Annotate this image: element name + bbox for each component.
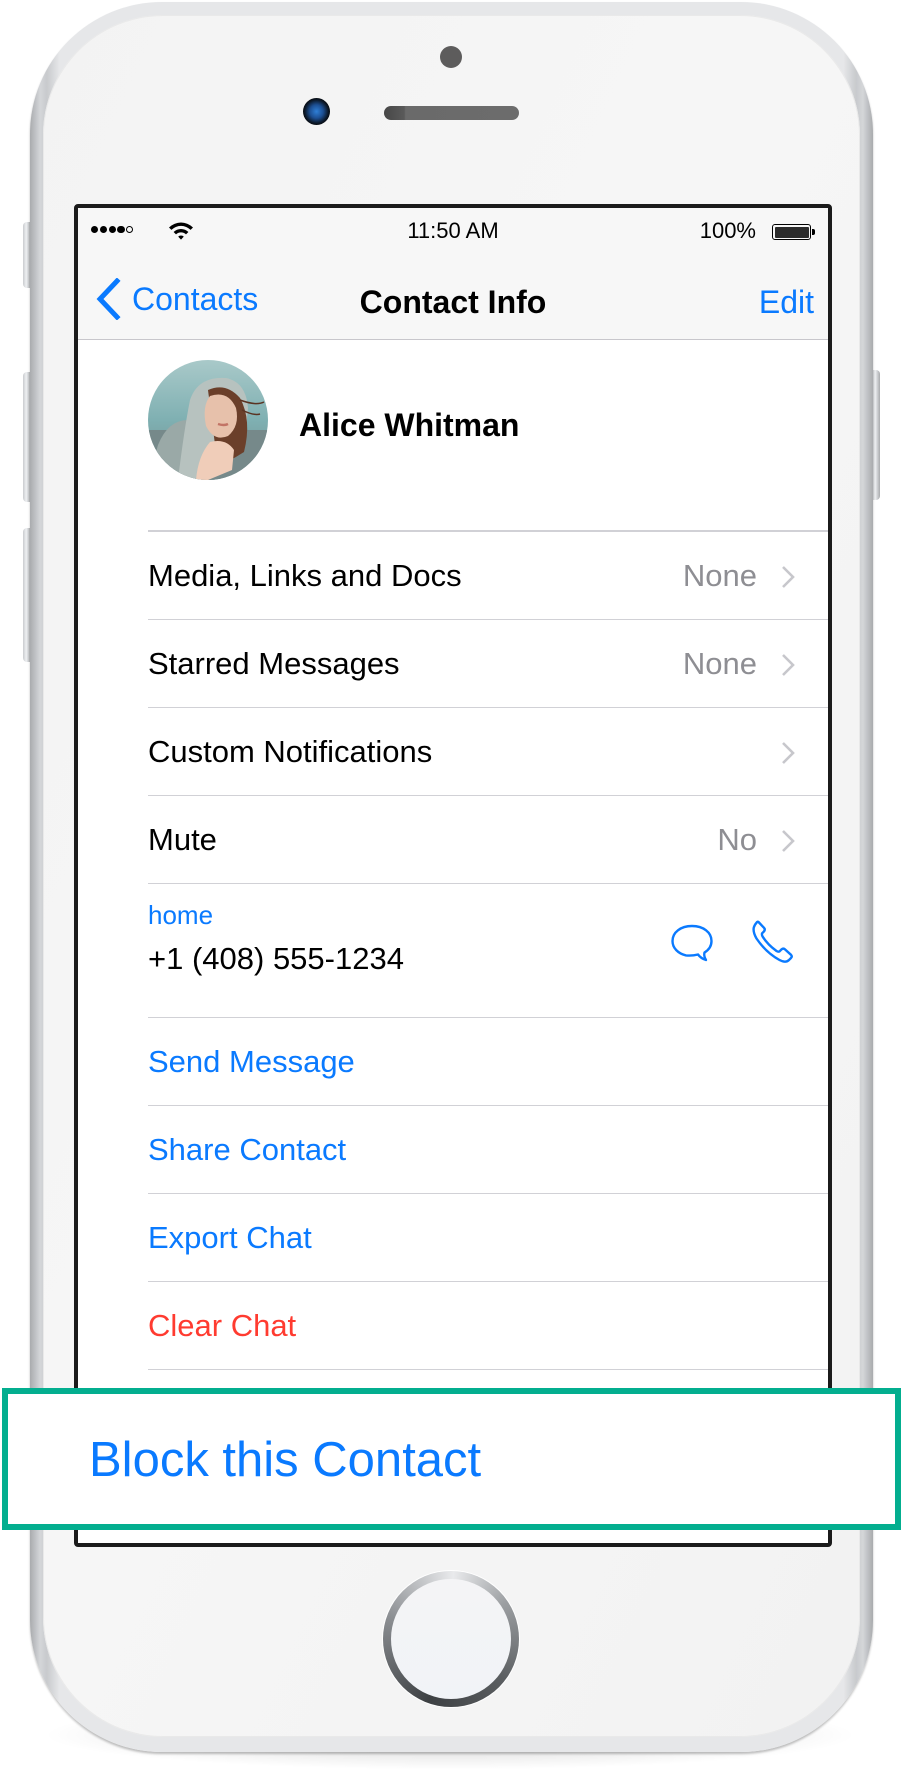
phone-number: +1 (408) 555-1234 [148,941,404,976]
power-button [872,370,880,500]
chevron-left-icon [96,278,121,320]
settings-row[interactable]: Starred Messages None [78,620,828,708]
chevron-right-icon [782,654,795,676]
phone-call-icon[interactable] [750,919,795,964]
action-label: Export Chat [148,1220,312,1255]
battery-tip [812,229,815,235]
phone-label: home [148,900,214,930]
chevron-right-icon [782,742,795,764]
back-label: Contacts [132,280,259,317]
settings-row[interactable]: Custom Notifications [78,708,828,796]
action-label: Clear Chat [148,1308,297,1343]
message-bubble-icon[interactable] [670,923,714,963]
settings-row[interactable]: Mute No [78,796,828,884]
battery-percent: 100% [699,218,756,243]
avatar[interactable] [148,360,268,480]
edit-button[interactable]: Edit [759,284,814,321]
battery-icon [772,224,811,240]
action-row[interactable]: Share Contact [78,1106,828,1194]
row-value: None [682,646,757,681]
earpiece-speaker [384,106,519,120]
row-label: Starred Messages [148,646,400,681]
back-button[interactable]: Contacts [95,276,258,322]
block-contact-label: Block this Contact [89,1433,482,1487]
row-label: Media, Links and Docs [148,558,462,593]
action-label: Share Contact [148,1132,347,1167]
home-button[interactable] [383,1571,519,1707]
chevron-right-icon [782,830,795,852]
block-contact-button[interactable]: Block this Contact [2,1388,901,1530]
action-row[interactable]: Send Message [78,1018,828,1106]
profile-header: Alice Whitman [78,340,828,532]
proximity-sensor [440,46,462,68]
chevron-right-icon [782,566,795,588]
navigation-bar: Contacts Contact Info Edit [78,258,828,340]
action-label: Send Message [148,1044,355,1079]
settings-row[interactable]: Media, Links and Docs None [78,532,828,620]
phone-number-row[interactable]: home +1 (408) 555-1234 [78,884,828,1018]
row-label: Custom Notifications [148,734,433,769]
action-row[interactable]: Export Chat [78,1194,828,1282]
contact-info-list: Alice Whitman Media, Links and Docs None S… [78,340,828,1458]
status-bar: 11:50 AM 100% [78,208,828,258]
front-camera-icon [303,98,330,125]
row-value: No [717,822,757,857]
profile-photo [148,360,268,480]
row-value: None [682,558,757,593]
action-row[interactable]: Clear Chat [78,1282,828,1370]
contact-name: Alice Whitman [299,407,520,443]
screen: 11:50 AM 100% Contacts Contact Info Edit [74,204,832,1547]
row-label: Mute [148,822,217,857]
